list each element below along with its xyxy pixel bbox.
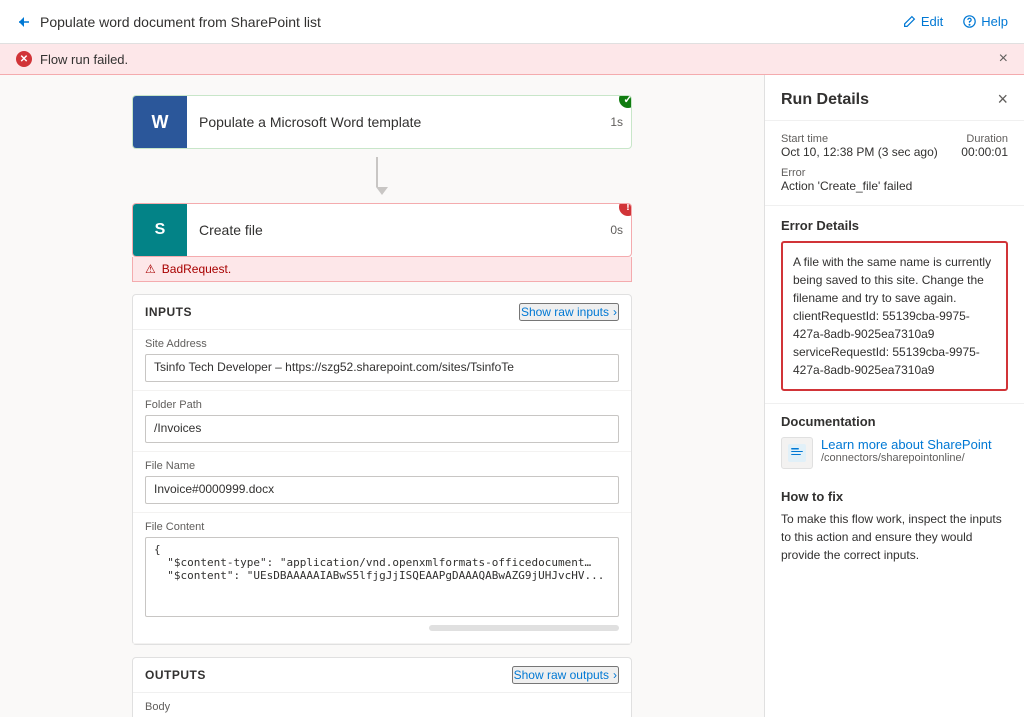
- error-details-title: Error Details: [781, 218, 1008, 233]
- error-details-section: Error Details A file with the same name …: [765, 206, 1024, 403]
- folder-path-label: Folder Path: [145, 399, 619, 411]
- body-field: Body { "status": 400, "message": "A file…: [133, 693, 631, 717]
- site-address-value: Tsinfo Tech Developer – https://szg52.sh…: [145, 354, 619, 382]
- doc-icon: [781, 437, 813, 469]
- file-name-label: File Name: [145, 460, 619, 472]
- inputs-section: INPUTS Show raw inputs › Site Address Ts…: [132, 294, 632, 645]
- doc-link-title[interactable]: Learn more about SharePoint: [821, 437, 992, 452]
- help-button[interactable]: Help: [963, 14, 1008, 29]
- inputs-title: INPUTS: [145, 305, 192, 319]
- error-label-text: BadRequest.: [162, 262, 231, 276]
- edit-button[interactable]: Edit: [903, 14, 943, 29]
- flow-canvas: W Populate a Microsoft Word template 1s …: [0, 75, 764, 717]
- file-content-field: File Content { "$content-type": "applica…: [133, 513, 631, 644]
- sharepoint-step-icon: S: [133, 203, 187, 257]
- folder-path-field: Folder Path /Invoices: [133, 391, 631, 452]
- body-label: Body: [145, 701, 619, 713]
- file-name-value: Invoice#0000999.docx: [145, 476, 619, 504]
- documentation-title: Documentation: [781, 414, 992, 429]
- start-time-row: Start time Oct 10, 12:38 PM (3 sec ago) …: [781, 133, 1008, 159]
- duration-label: Duration: [961, 133, 1008, 145]
- error-icon: ✕: [16, 51, 32, 67]
- outputs-title: OUTPUTS: [145, 668, 206, 682]
- top-bar-right: Edit Help: [903, 14, 1008, 29]
- file-name-field: File Name Invoice#0000999.docx: [133, 452, 631, 513]
- top-bar-left: Populate word document from SharePoint l…: [16, 14, 321, 30]
- step-sp-card[interactable]: S Create file 0s !: [132, 203, 632, 257]
- error-row: Error Action 'Create_file' failed: [781, 167, 1008, 193]
- duration-value: 00:00:01: [961, 145, 1008, 159]
- error-meta-label: Error: [781, 167, 1008, 179]
- step-word-status: ✓: [619, 95, 632, 108]
- step-word-duration: 1s: [610, 115, 623, 129]
- how-to-fix-section: How to fix To make this flow work, inspe…: [765, 479, 1024, 574]
- error-details-box: A file with the same name is currently b…: [781, 241, 1008, 391]
- start-time-label: Start time: [781, 133, 938, 145]
- error-label-card: ⚠ BadRequest.: [132, 257, 632, 282]
- scrollbar-file-content: [429, 625, 619, 631]
- warning-icon: ⚠: [145, 262, 156, 276]
- how-to-fix-text: To make this flow work, inspect the inpu…: [781, 510, 1008, 564]
- step-word-card[interactable]: W Populate a Microsoft Word template 1s …: [132, 95, 632, 149]
- connector-line: [376, 157, 378, 187]
- documentation-section: Documentation Learn more about SharePoin…: [765, 403, 1024, 479]
- panel-close-button[interactable]: ×: [997, 89, 1008, 110]
- panel-meta: Start time Oct 10, 12:38 PM (3 sec ago) …: [765, 121, 1024, 206]
- start-time-value: Oct 10, 12:38 PM (3 sec ago): [781, 145, 938, 159]
- run-details-panel: Run Details × Start time Oct 10, 12:38 P…: [764, 75, 1024, 717]
- step-sp-label: Create file: [187, 222, 610, 238]
- error-details-text: A file with the same name is currently b…: [793, 255, 991, 377]
- outputs-header: OUTPUTS Show raw outputs ›: [133, 658, 631, 693]
- panel-title: Run Details: [781, 91, 869, 109]
- panel-header: Run Details ×: [765, 75, 1024, 121]
- outputs-section: OUTPUTS Show raw outputs › Body { "statu…: [132, 657, 632, 717]
- page-title: Populate word document from SharePoint l…: [40, 14, 321, 30]
- folder-path-value: /Invoices: [145, 415, 619, 443]
- close-banner-button[interactable]: ×: [999, 50, 1008, 68]
- error-meta-value: Action 'Create_file' failed: [781, 179, 1008, 193]
- step-sp-duration: 0s: [610, 223, 623, 237]
- chevron-right-icon: ›: [613, 305, 617, 319]
- step-connector: [20, 157, 744, 195]
- word-step-icon: W: [133, 95, 187, 149]
- site-address-field: Site Address Tsinfo Tech Developer – htt…: [133, 330, 631, 391]
- file-content-value: { "$content-type": "application/vnd.open…: [145, 537, 619, 617]
- inputs-header: INPUTS Show raw inputs ›: [133, 295, 631, 330]
- error-banner: ✕ Flow run failed. ×: [0, 44, 1024, 75]
- step-word-label: Populate a Microsoft Word template: [187, 114, 610, 130]
- connector-arrow: [376, 187, 388, 195]
- back-button[interactable]: [16, 15, 30, 29]
- error-banner-message: Flow run failed.: [40, 52, 128, 67]
- top-bar: Populate word document from SharePoint l…: [0, 0, 1024, 44]
- site-address-label: Site Address: [145, 338, 619, 350]
- doc-link-sub: /connectors/sharepointonline/: [821, 452, 992, 464]
- show-raw-inputs-button[interactable]: Show raw inputs ›: [519, 303, 619, 321]
- how-to-fix-title: How to fix: [781, 489, 1008, 504]
- show-raw-outputs-button[interactable]: Show raw outputs ›: [512, 666, 619, 684]
- step-word-wrapper: W Populate a Microsoft Word template 1s …: [132, 95, 632, 149]
- step-sp-wrapper: S Create file 0s ! ⚠ BadRequest.: [132, 203, 632, 282]
- chevron-right-icon-2: ›: [613, 668, 617, 682]
- main-layout: W Populate a Microsoft Word template 1s …: [0, 75, 1024, 717]
- file-content-label: File Content: [145, 521, 619, 533]
- step-sp-status: !: [619, 203, 632, 216]
